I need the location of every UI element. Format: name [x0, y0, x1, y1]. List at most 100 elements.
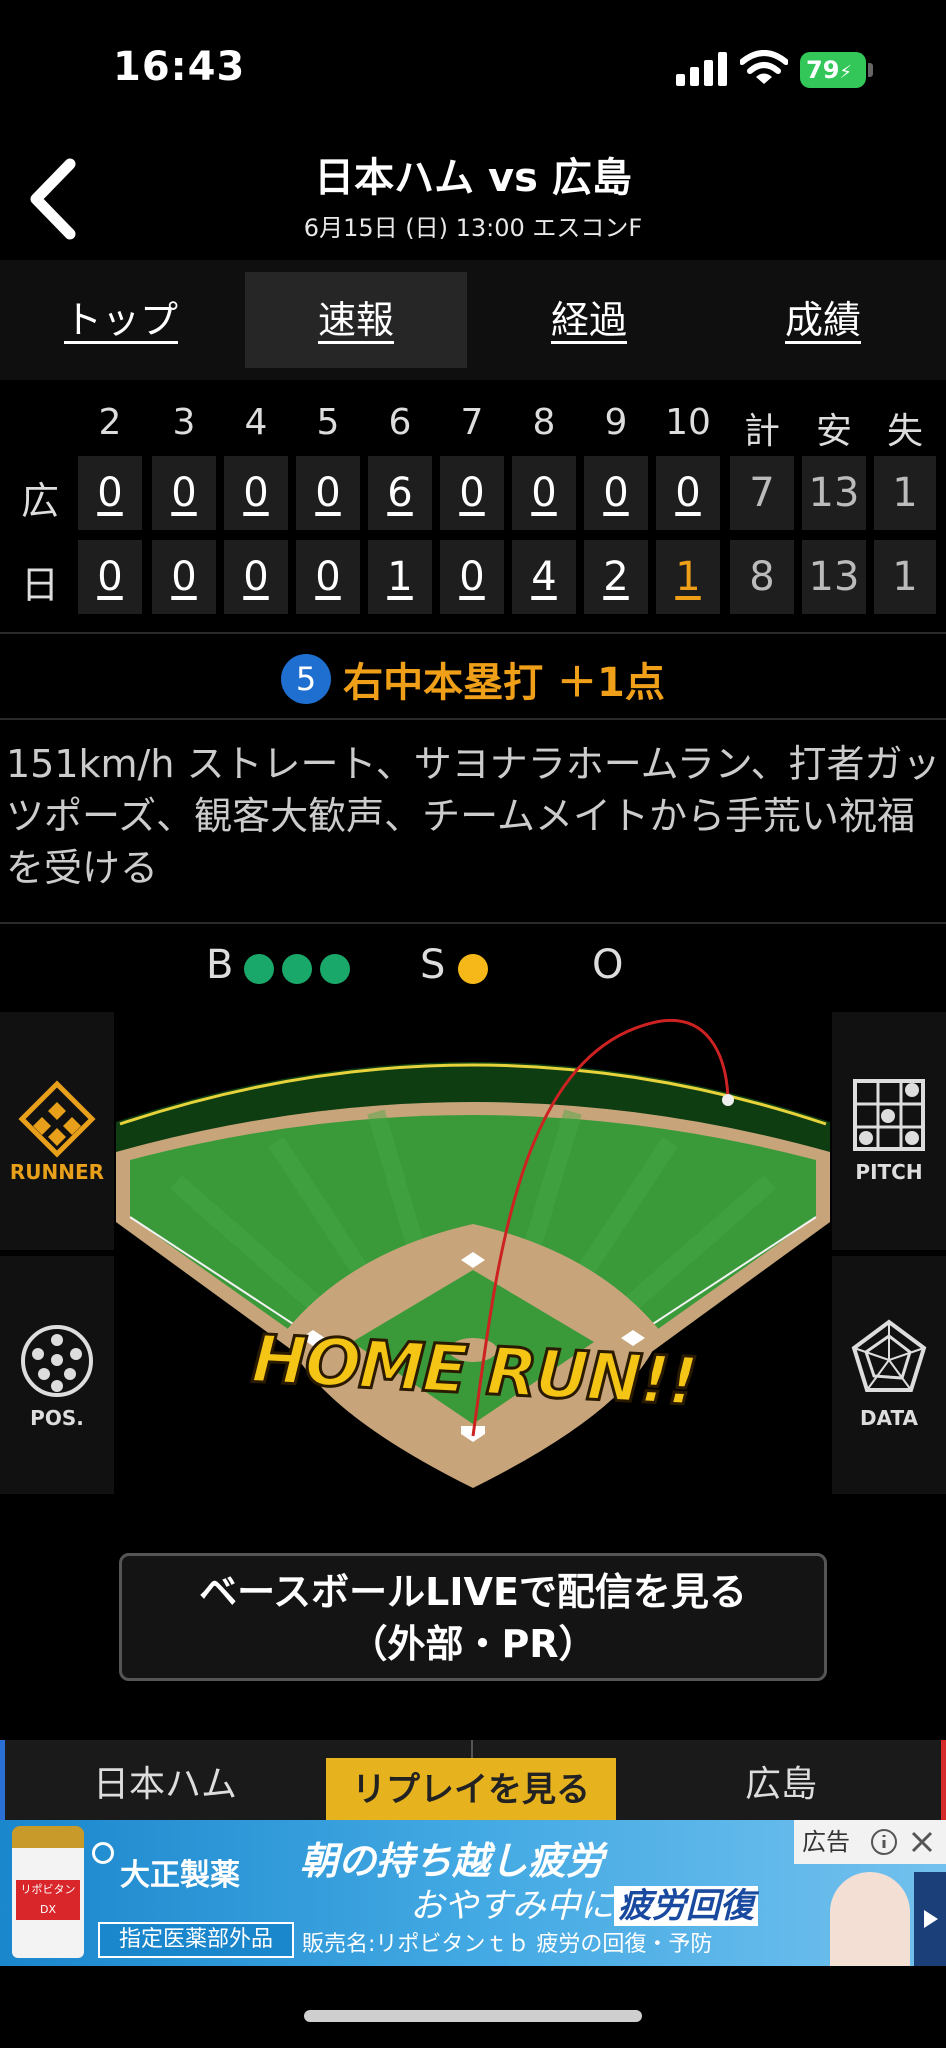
data-button[interactable]: DATA: [832, 1256, 946, 1494]
brand-logo-icon: [92, 1842, 114, 1864]
inning-score-cell[interactable]: 0: [296, 456, 360, 530]
home-team-color: [0, 1740, 5, 1820]
ad-banner[interactable]: リポビタン DX 大正製薬 朝の持ち越し疲労 おやすみ中に 疲労回復 指定医薬部外…: [0, 1820, 946, 1966]
watch-replay-button[interactable]: リプレイを見る: [326, 1758, 616, 1820]
inning-score-cell[interactable]: 6: [368, 456, 432, 530]
tab-live[interactable]: 速報: [245, 272, 467, 368]
divider: [0, 632, 946, 634]
tab-bar: トップ 速報 経過 成績: [0, 260, 946, 380]
cellular-signal-icon: [676, 52, 727, 86]
battery-icon: 79⚡: [800, 52, 866, 88]
inning-header: 計: [743, 411, 780, 452]
ad-subheadline-text: おやすみ中に: [410, 1886, 614, 1926]
play-event: 5 右中本塁打 ＋1点: [0, 650, 946, 720]
total-cell: 8: [730, 540, 794, 614]
tab-progress[interactable]: 経過: [478, 272, 700, 368]
positions-icon: [21, 1325, 93, 1397]
total-cell: 1: [874, 540, 936, 614]
divider: [471, 1740, 473, 1758]
ad-footer: 販売名:リポビタンｔｂ 疲労の回復・予防: [302, 1932, 713, 1957]
battery-level: 79: [806, 56, 840, 84]
status-bar: 16:43 79⚡: [0, 0, 946, 140]
strike-indicator: [458, 954, 488, 984]
watch-live-button[interactable]: ベースボールLIVEで配信を見る （外部・PR）: [119, 1553, 827, 1681]
team-replay-bar: 日本ハム リプレイを見る 広島: [0, 1740, 946, 1820]
inning-score-cell[interactable]: 0: [584, 456, 648, 530]
baseball-field-diagram: [116, 1019, 830, 1488]
inning-header: 6: [388, 402, 412, 443]
total-cell: 13: [802, 540, 866, 614]
inning-header: 10: [665, 402, 711, 443]
inning-header: 安: [815, 411, 852, 452]
ad-category-tag: 指定医薬部外品: [98, 1922, 294, 1958]
inning-score-cell[interactable]: 0: [224, 456, 288, 530]
radar-chart-icon: [851, 1319, 927, 1392]
pitch-grid-icon: [853, 1079, 925, 1151]
inning-score-cell[interactable]: 0: [152, 540, 216, 614]
ad-label: 広告: [794, 1820, 946, 1864]
inning-score-cell[interactable]: 2: [584, 540, 648, 614]
inning-score-cell[interactable]: 4: [512, 540, 576, 614]
inning-header: 8: [532, 402, 556, 443]
home-indicator[interactable]: [304, 2010, 642, 2022]
total-cell: 1: [874, 456, 936, 530]
scoreboard: 2 3 4 5 6 7 8 9 10 計安失広 0 0 0 0 6 0 0 0 0 7 13 1 日 0 0 0 0 1 0 4 2 1 8 13…: [0, 392, 946, 632]
positions-label: POS.: [30, 1406, 84, 1430]
runner-label: RUNNER: [9, 1160, 105, 1184]
team-abbrev: 広: [20, 479, 59, 523]
watch-live-sublabel: （外部・PR）: [349, 1622, 597, 1666]
ad-headline: 朝の持ち越し疲労: [300, 1839, 605, 1883]
inning-score-cell[interactable]: 1: [656, 540, 720, 614]
away-team-color: [941, 1740, 946, 1820]
inning-header: 5: [316, 402, 340, 443]
ball-label: B: [206, 942, 234, 988]
runner-diamond-icon: [18, 1080, 96, 1158]
wifi-icon: [740, 50, 788, 84]
inning-score-cell[interactable]: 0: [152, 456, 216, 530]
tab-top[interactable]: トップ: [10, 272, 232, 368]
team-abbrev: 日: [20, 563, 59, 607]
pitch-button[interactable]: PITCH: [832, 1012, 946, 1250]
home-team-tab[interactable]: 日本ハム: [40, 1740, 290, 1820]
divider: [0, 718, 946, 720]
inning-header: 7: [460, 402, 484, 443]
ad-play-arrow: [914, 1872, 946, 1966]
inning-header: 9: [604, 402, 628, 443]
inning-score-cell[interactable]: 0: [296, 540, 360, 614]
inning-score-cell[interactable]: 0: [78, 540, 142, 614]
info-icon[interactable]: [870, 1828, 898, 1856]
product-label: リポビタン DX: [16, 1880, 80, 1920]
pitch-label: PITCH: [855, 1160, 923, 1184]
strike-label: S: [420, 942, 446, 988]
away-team-tab[interactable]: 広島: [656, 1740, 906, 1820]
inning-score-cell[interactable]: 0: [512, 456, 576, 530]
ball-strike-out-count: B S O: [0, 924, 946, 1010]
tab-stats[interactable]: 成績: [712, 272, 934, 368]
ball-indicator: [244, 954, 274, 984]
inning-header: 失: [886, 411, 923, 452]
positions-button[interactable]: POS.: [0, 1256, 114, 1494]
game-title: 日本ハム vs 広島: [314, 155, 632, 201]
game-info: 6月15日 (日) 13:00 エスコンF: [303, 214, 643, 242]
play-icon: [924, 1910, 938, 1928]
inning-header: 4: [244, 402, 268, 443]
inning-score-cell[interactable]: 0: [78, 456, 142, 530]
ball-indicator: [320, 954, 350, 984]
charging-bolt-icon: ⚡: [839, 62, 853, 83]
inning-score-cell[interactable]: 1: [368, 540, 432, 614]
battery-cap: [868, 63, 873, 77]
inning-score-cell[interactable]: 0: [440, 540, 504, 614]
product-bottle: リポビタン DX: [12, 1826, 84, 1958]
inning-score-cell[interactable]: 0: [440, 456, 504, 530]
inning-score-cell[interactable]: 0: [656, 456, 720, 530]
total-cell: 7: [730, 456, 794, 530]
total-cell: 13: [802, 456, 866, 530]
ad-label-text: 広告: [802, 1828, 850, 1856]
watch-live-label: ベースボールLIVEで配信を見る: [199, 1570, 747, 1614]
close-icon[interactable]: [908, 1828, 936, 1856]
ad-brand: 大正製薬: [120, 1858, 240, 1893]
inning-score-cell[interactable]: 0: [224, 540, 288, 614]
runner-button[interactable]: RUNNER: [0, 1012, 114, 1250]
clock: 16:43: [113, 44, 246, 90]
inning-header: 3: [172, 402, 196, 443]
